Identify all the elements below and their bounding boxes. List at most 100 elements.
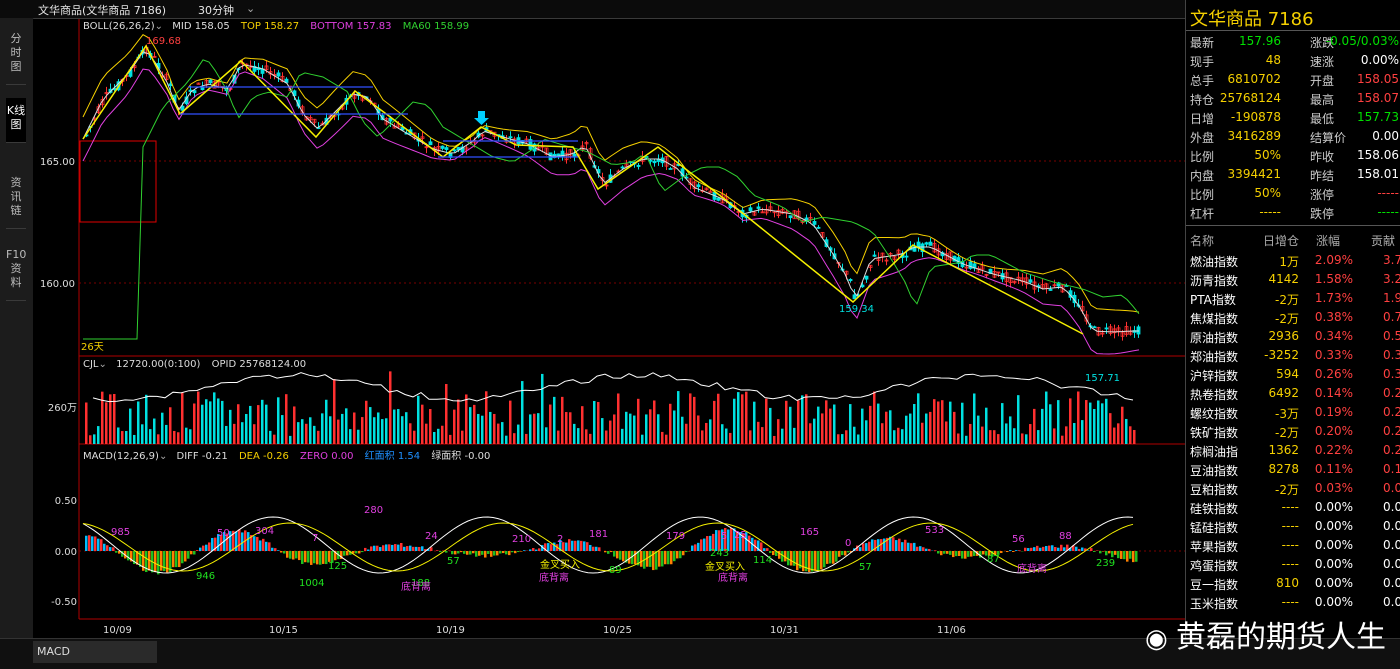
index-row[interactable]: 铁矿指数-2万0.20%0.2: [1186, 422, 1400, 441]
quote-row: 杠杆-----跌停-----: [1186, 203, 1400, 222]
volume-bar: [617, 393, 620, 444]
quote-label: 速涨: [1310, 53, 1334, 70]
tab-kline[interactable]: K线图: [6, 98, 26, 143]
volume-bar: [789, 407, 792, 444]
macd-histogram-bar: [127, 551, 130, 560]
index-name: 郑油指数: [1190, 348, 1238, 365]
index-row[interactable]: 郑油指数-32520.33%0.3: [1186, 346, 1400, 365]
macd-histogram-bar: [271, 548, 274, 551]
tab-news-chain[interactable]: 资讯链: [6, 170, 26, 229]
kline-chart[interactable]: 165.00 160.00 260万 0.50 0.00 -0.50 169.6…: [33, 19, 1185, 638]
volume-bar: [545, 427, 548, 444]
index-row[interactable]: 硅铁指数----0.00%0.0: [1186, 498, 1400, 517]
macd-histogram-bar: [865, 543, 868, 551]
tab-f10[interactable]: F10资料: [6, 242, 26, 301]
volume-bar: [197, 392, 200, 444]
candle-body: [757, 207, 760, 209]
index-row[interactable]: 苹果指数----0.00%0.0: [1186, 536, 1400, 555]
index-row[interactable]: 豆油指数82780.11%0.1: [1186, 460, 1400, 479]
high-price-label: 169.68: [146, 36, 181, 47]
index-row[interactable]: 焦煤指数-2万0.38%0.7: [1186, 308, 1400, 327]
x-label-1019: 10/19: [436, 625, 465, 636]
chevron-down-icon[interactable]: ⌄: [246, 2, 255, 15]
index-row[interactable]: 原油指数29360.34%0.5: [1186, 327, 1400, 346]
macd-histogram-bar: [1045, 546, 1048, 551]
index-row[interactable]: 鸡蛋指数----0.00%0.0: [1186, 555, 1400, 574]
macd-histogram-bar: [508, 551, 511, 555]
index-row[interactable]: 玉米指数----0.00%0.0: [1186, 593, 1400, 612]
volume-bar: [1061, 436, 1064, 444]
macd-histogram-bar: [391, 545, 394, 551]
index-row[interactable]: 豆一指数8100.00%0.0: [1186, 574, 1400, 593]
macd-histogram-bar: [577, 540, 580, 551]
col-daily-inc[interactable]: 日增仓: [1263, 232, 1299, 249]
x-label-1031: 10/31: [770, 625, 799, 636]
macd-value-label: 87: [987, 554, 1000, 565]
index-change: 0.00%: [1315, 576, 1353, 590]
volume-bar: [921, 423, 924, 444]
macd-histogram-bar: [793, 551, 796, 566]
index-row[interactable]: 沥青指数41421.58%3.2: [1186, 270, 1400, 289]
volume-bar: [137, 401, 140, 444]
macd-histogram-bar: [538, 548, 541, 551]
volume-bar: [1045, 392, 1048, 444]
quote-value: 158.07: [1357, 91, 1399, 105]
macd-value-label: 239: [1096, 558, 1115, 569]
macd-indicator-name[interactable]: MACD(12,26,9): [83, 451, 159, 462]
macd-histogram-bar: [1132, 551, 1135, 562]
macd-histogram-bar: [1135, 551, 1138, 562]
macd-histogram-bar: [607, 551, 610, 554]
index-row[interactable]: 豆粕指数-2万0.03%0.0: [1186, 479, 1400, 498]
macd-histogram-bar: [604, 551, 607, 552]
macd-histogram-bar: [154, 551, 157, 572]
chevron-down-icon[interactable]: ⌄: [155, 21, 163, 32]
tab-timeshare[interactable]: 分时图: [6, 26, 26, 85]
volume-bar: [1097, 400, 1100, 444]
index-row[interactable]: 热卷指数64920.14%0.2: [1186, 384, 1400, 403]
quote-value: -----: [1259, 205, 1281, 219]
index-daily-inc: 594: [1276, 367, 1299, 381]
index-contribution: 0.0: [1383, 481, 1400, 495]
macd-histogram-bar: [772, 551, 775, 555]
index-name: 豆油指数: [1190, 462, 1238, 479]
col-name[interactable]: 名称: [1190, 232, 1214, 249]
macd-value-label: 210: [512, 534, 531, 545]
index-row[interactable]: 燃油指数1万2.09%3.7: [1186, 251, 1400, 270]
col-contribution[interactable]: 贡献: [1371, 232, 1395, 249]
volume-bar: [665, 435, 668, 444]
volume-bar: [793, 428, 796, 444]
index-row[interactable]: 沪锌指数5940.26%0.3: [1186, 365, 1400, 384]
quote-label: 涨停: [1310, 186, 1334, 203]
boll-indicator-name[interactable]: BOLL(26,26,2): [83, 21, 155, 32]
volume-bar: [473, 405, 476, 444]
period-selector[interactable]: 30分钟: [198, 2, 234, 18]
quote-value: 3394421: [1228, 167, 1281, 181]
index-row[interactable]: 棕榈油指13620.22%0.2: [1186, 441, 1400, 460]
volume-bar: [993, 430, 996, 444]
chevron-down-icon[interactable]: ⌄: [159, 451, 167, 462]
volume-bar: [865, 420, 868, 444]
tab-macd[interactable]: MACD: [33, 641, 157, 663]
volume-bar: [757, 422, 760, 444]
volume-bar: [377, 412, 380, 444]
index-contribution: 3.7: [1383, 253, 1400, 267]
volume-bar: [725, 429, 728, 444]
macd-histogram-bar: [511, 551, 514, 552]
col-change[interactable]: 涨幅: [1316, 232, 1340, 249]
index-row[interactable]: PTA指数-2万1.73%1.9: [1186, 289, 1400, 308]
volume-bar: [509, 401, 512, 444]
candle-body: [1137, 327, 1140, 334]
symbol-title[interactable]: 文华商品(文华商品 7186): [38, 2, 166, 18]
volume-bar: [241, 422, 244, 444]
volume-bar: [105, 402, 108, 444]
macd-histogram-bar: [748, 536, 751, 551]
index-row[interactable]: 螺纹指数-3万0.19%0.2: [1186, 403, 1400, 422]
watermark-text: 黄磊的期货人生: [1176, 620, 1386, 655]
cjl-indicator-name[interactable]: CJL: [83, 359, 99, 370]
index-change: 0.34%: [1315, 329, 1353, 343]
volume-bar: [657, 414, 660, 444]
volume-bar: [1073, 423, 1076, 444]
index-row[interactable]: 锰硅指数----0.00%0.0: [1186, 517, 1400, 536]
volume-bar: [1001, 403, 1004, 444]
chevron-down-icon[interactable]: ⌄: [99, 359, 107, 370]
